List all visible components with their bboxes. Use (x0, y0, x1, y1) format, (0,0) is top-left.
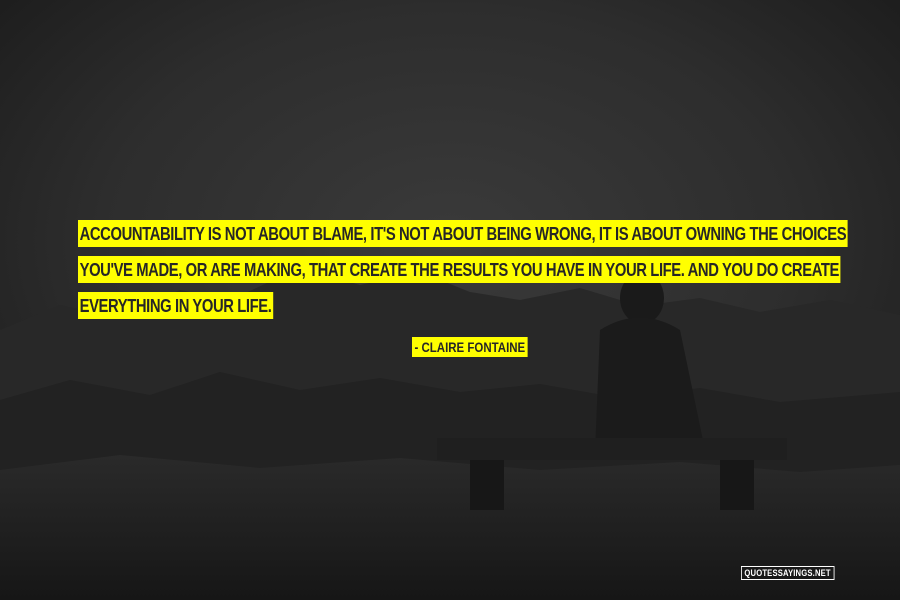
quote-line: ACCOUNTABILITY IS NOT ABOUT BLAME, IT'S … (78, 218, 848, 254)
quote-line-text: YOU'VE MADE, OR ARE MAKING, THAT CREATE … (78, 256, 841, 283)
quote-line: EVERYTHING IN YOUR LIFE. (78, 290, 838, 326)
bench-seat (437, 438, 787, 460)
quote-line: YOU'VE MADE, OR ARE MAKING, THAT CREATE … (78, 254, 841, 290)
watermark: QUOTESSAYINGS.NET (741, 566, 835, 580)
bench-leg-left (470, 460, 504, 510)
quote-author: - CLAIRE FONTAINE (412, 337, 528, 357)
quote-line-text: EVERYTHING IN YOUR LIFE. (78, 292, 274, 319)
bench-leg-right (720, 460, 754, 510)
quote-image: ACCOUNTABILITY IS NOT ABOUT BLAME, IT'S … (0, 0, 900, 600)
quote-text-block: ACCOUNTABILITY IS NOT ABOUT BLAME, IT'S … (78, 218, 848, 326)
quote-line-text: ACCOUNTABILITY IS NOT ABOUT BLAME, IT'S … (78, 220, 848, 247)
